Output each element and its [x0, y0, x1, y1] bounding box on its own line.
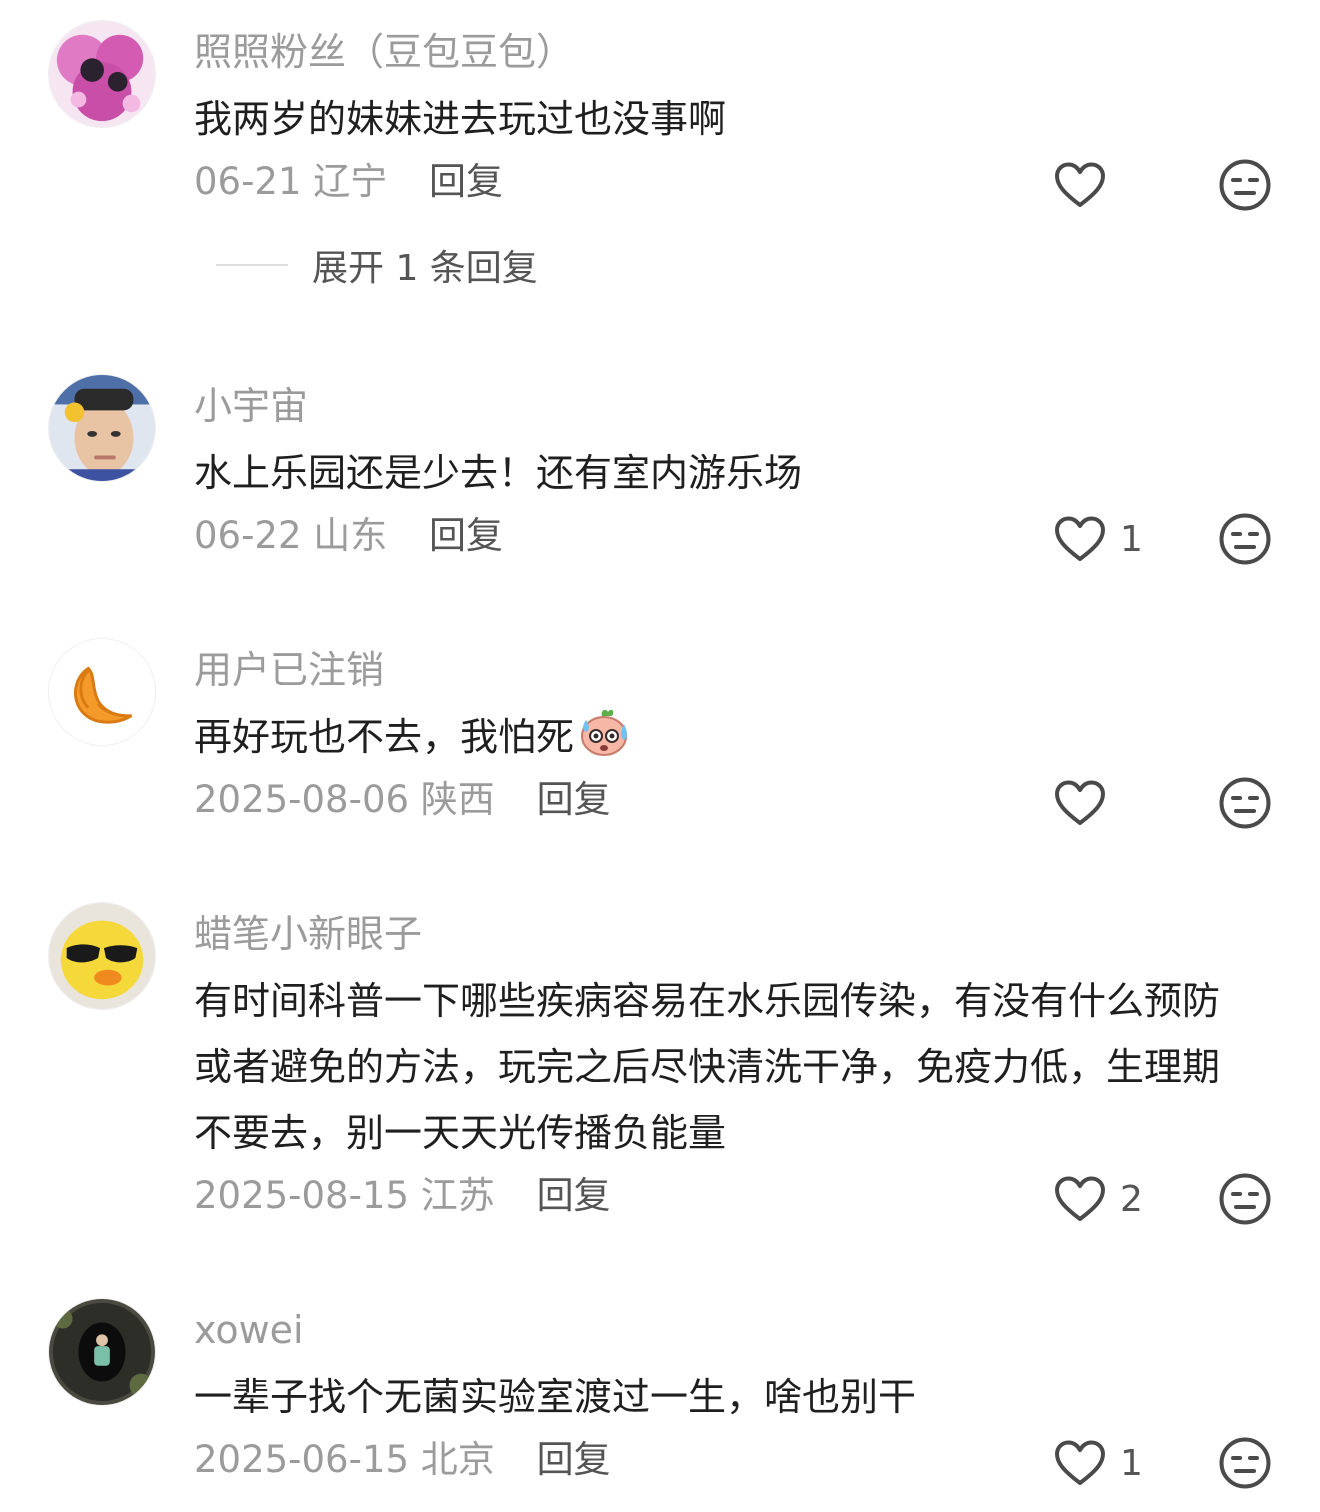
comment-location: 陕西 [420, 778, 495, 821]
avatar-croissant-image [49, 639, 155, 745]
like-count: 1 [1120, 518, 1143, 560]
comment-location: 北京 [420, 1438, 495, 1481]
avatar[interactable] [48, 902, 156, 1010]
comment-text: 我两岁的妹妹进去玩过也没事啊 [194, 97, 727, 141]
comment-location: 江苏 [420, 1174, 495, 1217]
reply-button[interactable]: 回复 [537, 778, 611, 821]
like-button[interactable] [1054, 157, 1164, 213]
sweating-face-emoji [581, 709, 628, 756]
comment-date: 2025-08-06 [194, 778, 410, 821]
heart-outline-icon [1055, 1440, 1105, 1485]
expand-replies-label: 展开 1 条回复 [312, 248, 538, 289]
comment-meta: 2025-08-15 江苏 回复 [194, 1170, 611, 1222]
neutral-face-icon [1219, 1437, 1271, 1489]
expand-replies-button[interactable]: 展开 1 条回复 [216, 240, 538, 290]
reply-button[interactable]: 回复 [429, 514, 503, 557]
neutral-face-icon [1219, 513, 1271, 565]
like-count: 2 [1120, 1178, 1143, 1220]
dislike-button[interactable] [1218, 776, 1272, 830]
comment-date: 06-22 [194, 514, 302, 557]
comment-date: 2025-06-15 [194, 1438, 410, 1481]
heart-outline-icon [1055, 516, 1105, 561]
neutral-face-icon [1219, 1173, 1271, 1225]
avatar[interactable] [48, 20, 156, 128]
dislike-button[interactable] [1218, 1172, 1272, 1226]
username[interactable]: 小宇宙 [194, 380, 308, 432]
comment-text: 一辈子找个无菌实验室渡过一生，啥也别干 [194, 1375, 917, 1419]
comment-meta: 06-21 辽宁 回复 [194, 156, 503, 208]
heart-outline-icon [1055, 1176, 1105, 1221]
username[interactable]: 用户已注销 [194, 644, 384, 696]
username[interactable]: xowei [194, 1304, 304, 1356]
comment-meta: 06-22 山东 回复 [194, 510, 503, 562]
comment-text: 水上乐园还是少去！还有室内游乐场 [194, 451, 803, 495]
avatar-duck-image [49, 903, 155, 1009]
avatar[interactable] [48, 374, 156, 482]
neutral-face-icon [1219, 159, 1271, 211]
heart-outline-icon [1055, 780, 1105, 825]
comment-text: 有时间科普一下哪些疾病容易在水乐园传染，有没有什么预防或者避免的方法，玩完之后尽… [194, 979, 1221, 1155]
reply-button[interactable]: 回复 [429, 160, 503, 203]
username[interactable]: 蜡笔小新眼子 [194, 908, 422, 960]
comment-date: 06-21 [194, 160, 302, 203]
like-button[interactable]: 1 [1054, 511, 1164, 567]
heart-outline-icon [1055, 162, 1105, 207]
like-button[interactable]: 1 [1054, 1435, 1164, 1491]
avatar[interactable] [48, 638, 156, 746]
like-count: 1 [1120, 1442, 1143, 1484]
dislike-button[interactable] [1218, 512, 1272, 566]
reply-button[interactable]: 回复 [537, 1174, 611, 1217]
divider [216, 264, 288, 266]
avatar-tunnel-image [49, 1299, 155, 1405]
dislike-button[interactable] [1218, 1436, 1272, 1490]
comment-text-body: 再好玩也不去，我怕死 [194, 715, 575, 759]
comment-date: 2025-08-15 [194, 1174, 410, 1217]
like-button[interactable]: 2 [1054, 1171, 1164, 1227]
neutral-face-icon [1219, 777, 1271, 829]
avatar-anime-image [49, 21, 155, 127]
comment-meta: 2025-08-06 陕西 回复 [194, 774, 611, 826]
avatar-photo-image [49, 375, 155, 481]
like-button[interactable] [1054, 775, 1164, 831]
comment-location: 山东 [313, 514, 388, 557]
comment-meta: 2025-06-15 北京 回复 [194, 1434, 611, 1486]
comment-text: 再好玩也不去，我怕死 [194, 704, 1254, 770]
avatar[interactable] [48, 1298, 156, 1406]
reply-button[interactable]: 回复 [537, 1438, 611, 1481]
dislike-button[interactable] [1218, 158, 1272, 212]
comment-location: 辽宁 [313, 160, 388, 203]
username[interactable]: 照照粉丝（豆包豆包） [194, 26, 574, 78]
